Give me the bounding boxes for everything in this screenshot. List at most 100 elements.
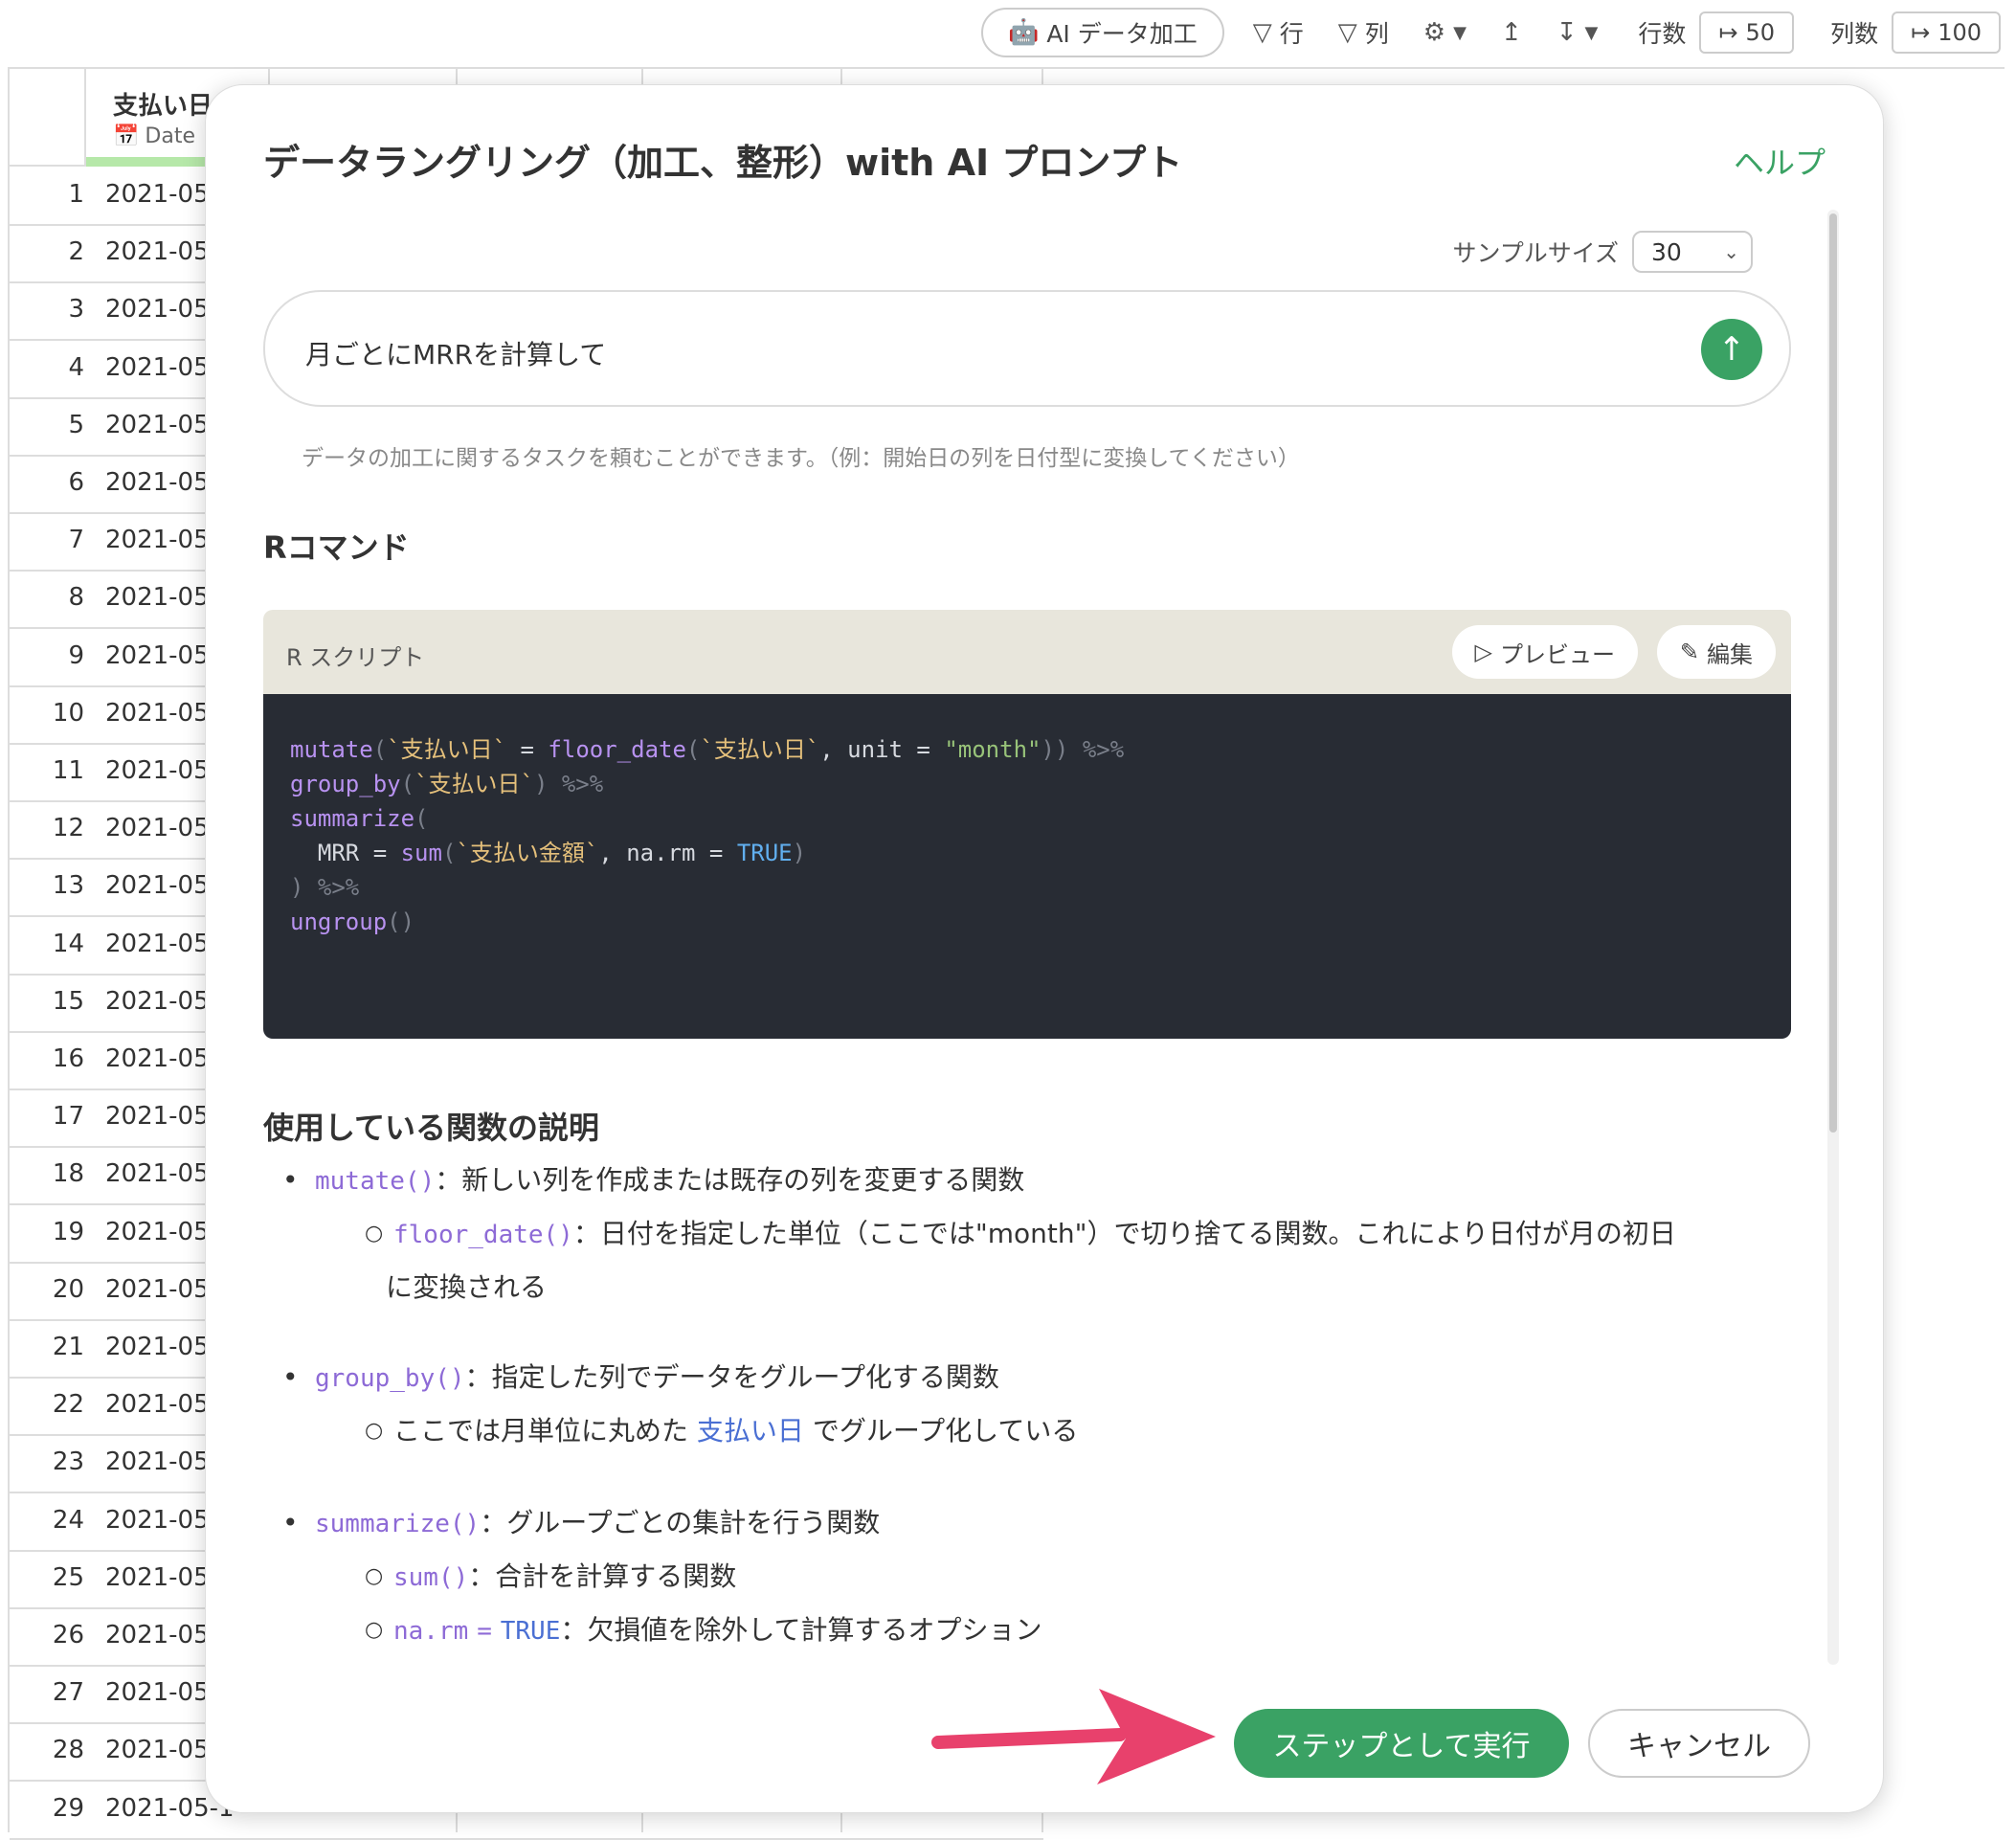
column-name: 支払い日 [113, 92, 213, 121]
edit-icon: ✎ [1679, 639, 1699, 665]
rows-count-input[interactable]: ↦ 50 [1699, 11, 1795, 54]
robot-icon: 🤖 [1007, 18, 1040, 47]
date-cell: 2021-05 [105, 1678, 210, 1708]
column-filter-button[interactable]: ▽ 列 [1321, 10, 1406, 56]
sub-bullet: ○ [365, 1564, 384, 1588]
bullet-dot: • [282, 1361, 299, 1393]
sample-size-label: サンプルサイズ [1452, 239, 1619, 267]
row-number: 11 [52, 756, 84, 785]
row-number: 17 [52, 1102, 84, 1132]
code-line: mutate(`支払い日` = floor_date(`支払い日`, unit … [290, 736, 1125, 763]
date-cell: 2021-05 [105, 180, 210, 209]
row-number: 9 [68, 640, 84, 670]
date-cell: 2021-05 [105, 1333, 210, 1361]
sub-bullet: ○ [365, 1419, 384, 1443]
function-name: summarize() [315, 1510, 481, 1538]
download-dropdown[interactable]: ↧ ▼ [1539, 10, 1616, 56]
row-number: 4 [68, 352, 84, 382]
date-cell: 2021-05 [105, 871, 210, 901]
row-number: 10 [52, 698, 84, 728]
date-cell: 2021-05 [105, 1390, 210, 1420]
run-as-step-button[interactable]: ステップとして実行 [1234, 1709, 1569, 1778]
edit-button[interactable]: ✎ 編集 [1656, 625, 1776, 679]
explanation-group-by: • group_by()：指定した列でデータをグループ化する関数 [282, 1351, 999, 1405]
row-number: 15 [52, 986, 84, 1016]
preview-button[interactable]: ▷ プレビュー [1451, 625, 1638, 679]
date-cell: 2021-05 [105, 814, 210, 843]
row-number: 1 [68, 180, 84, 209]
column-filter-label: 列 [1364, 20, 1389, 48]
option-value: TRUE [500, 1617, 561, 1646]
column-type-label: Date [145, 124, 195, 148]
date-cell: 2021-05 [105, 929, 210, 958]
filter-icon: ▽ [1337, 18, 1357, 47]
explanation-mutate: • mutate()：新しい列を作成または既存の列を変更する関数 [282, 1154, 1024, 1208]
row-number: 7 [68, 526, 84, 555]
row-number: 25 [52, 1562, 84, 1592]
code-line: group_by(`支払い日`) %>% [290, 771, 604, 797]
explanation-sum: ○ sum()：合計を計算する関数 [365, 1550, 736, 1604]
date-cell: 2021-05 [105, 352, 210, 382]
option-name: na.rm [393, 1617, 469, 1646]
explanation-floor-date-continued: に変換される [386, 1261, 547, 1314]
date-cell: 2021-05 [105, 1736, 210, 1765]
bullet-dot: • [282, 1507, 299, 1538]
code-line: MRR = sum(`支払い金額`, na.rm = TRUE) [290, 840, 807, 866]
function-name: group_by() [315, 1364, 465, 1393]
r-command-heading: Rコマンド [263, 529, 410, 566]
row-number: 19 [52, 1217, 84, 1246]
row-number: 12 [52, 814, 84, 843]
row-number: 8 [68, 583, 84, 613]
help-link[interactable]: ヘルプ [1734, 139, 1826, 183]
function-name: floor_date() [393, 1221, 573, 1249]
row-filter-label: 行 [1279, 20, 1304, 48]
row-number: 21 [52, 1333, 84, 1361]
r-code-block[interactable]: mutate(`支払い日` = floor_date(`支払い日`, unit … [263, 694, 1791, 1039]
rows-count-value: 50 [1745, 19, 1776, 46]
sub-bullet: ○ [365, 1222, 384, 1245]
rows-label: 行数 [1638, 20, 1687, 48]
row-filter-button[interactable]: ▽ 行 [1236, 10, 1321, 56]
ai-button-label: AI データ加工 [1046, 20, 1198, 48]
ai-data-processing-button[interactable]: 🤖 AI データ加工 [980, 8, 1224, 57]
sample-size-row: サンプルサイズ 30 ⌄ [1452, 231, 1753, 273]
function-description: に変換される [386, 1271, 548, 1303]
prompt-input[interactable]: 月ごとにMRRを計算して ↑ [263, 290, 1791, 407]
explanation-group-by-sub: ○ ここでは月単位に丸めた 支払い日 でグループ化している [365, 1404, 1078, 1458]
date-cell: 2021-05 [105, 1044, 210, 1073]
cols-count-value: 100 [1938, 19, 1982, 46]
row-number: 22 [52, 1390, 84, 1420]
sample-size-select[interactable]: 30 ⌄ [1632, 231, 1753, 273]
settings-dropdown[interactable]: ⚙ ▼ [1406, 10, 1484, 56]
date-cell: 2021-05 [105, 640, 210, 670]
dialog-title: データラングリング（加工、整形）with AI プロンプト [263, 142, 1183, 184]
explanation-na-rm: ○ na.rm = TRUE：欠損値を除外して計算するオプション [365, 1604, 1042, 1658]
send-prompt-button[interactable]: ↑ [1701, 319, 1762, 380]
arrow-right-bar-icon: ↦ [1911, 19, 1931, 46]
gear-icon: ⚙ [1422, 18, 1446, 47]
cancel-button[interactable]: キャンセル [1588, 1709, 1810, 1778]
download-icon: ↧ [1556, 18, 1578, 47]
row-number-header [10, 69, 86, 165]
caret-down-icon: ▼ [1584, 22, 1599, 43]
arrow-right-bar-icon: ↦ [1718, 19, 1738, 46]
code-line: ungroup() [290, 909, 415, 935]
sub-bullet: ○ [365, 1618, 384, 1642]
cols-count-input[interactable]: ↦ 100 [1892, 11, 2001, 54]
preview-label: プレビュー [1500, 640, 1615, 668]
upload-button[interactable]: ↥ [1484, 10, 1539, 56]
column-type: 📅 Date [113, 124, 195, 148]
row-number: 29 [52, 1793, 84, 1823]
row-number: 5 [68, 410, 84, 439]
calendar-icon: 📅 [113, 124, 140, 148]
r-script-header: R スクリプト ▷ プレビュー ✎ 編集 [263, 610, 1791, 694]
row-number: 23 [52, 1447, 84, 1477]
row-number: 28 [52, 1736, 84, 1765]
scrollbar-thumb[interactable] [1829, 213, 1837, 1133]
date-cell: 2021-05 [105, 468, 210, 497]
date-cell: 2021-05 [105, 1562, 210, 1592]
date-cell: 2021-05 [105, 1274, 210, 1304]
filter-icon: ▽ [1252, 18, 1272, 47]
row-number: 27 [52, 1678, 84, 1708]
cols-label: 列数 [1830, 20, 1879, 48]
